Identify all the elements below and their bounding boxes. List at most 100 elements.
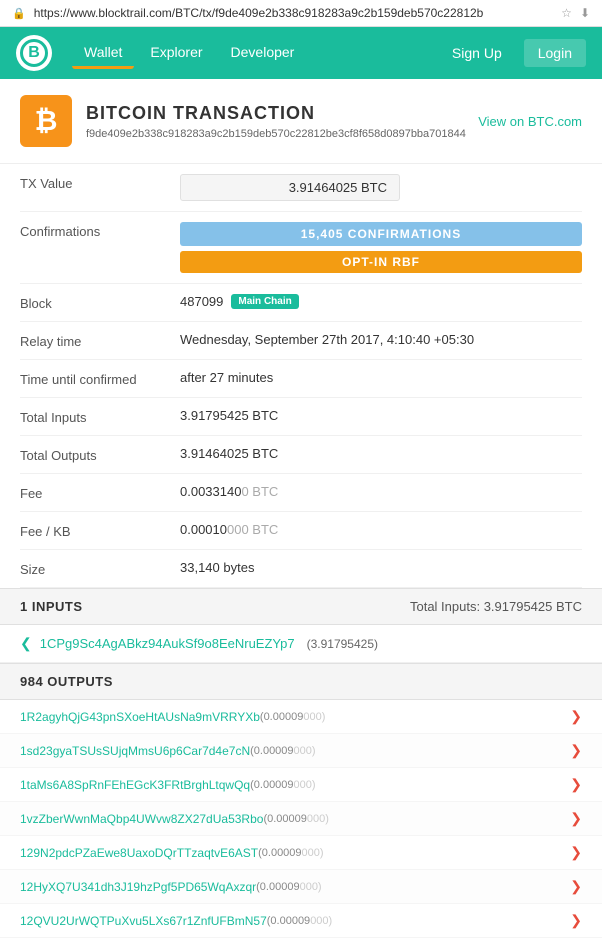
confirmations-value: 15,405 CONFIRMATIONS OPT-IN RBF (180, 222, 582, 273)
output-left: 12HyXQ7U341dh3J19hzPgf5PD65WqAxzqr (0.00… (20, 880, 562, 894)
main-chain-badge: Main Chain (231, 294, 298, 309)
nav-explorer[interactable]: Explorer (138, 38, 214, 69)
total-inputs-value: 3.91795425 BTC (180, 408, 582, 423)
url-bar: 🔒 https://www.blocktrail.com/BTC/tx/f9de… (0, 0, 602, 27)
output-amount-2: (0.00009000) (250, 779, 315, 791)
total-inputs-label: Total Inputs (20, 408, 180, 425)
outputs-section-header: 984 OUTPUTS (0, 663, 602, 700)
logo[interactable]: B (16, 35, 52, 71)
output-amount-4: (0.00009000) (258, 847, 323, 859)
main-content: ₿ BITCOIN TRANSACTION f9de409e2b338c9182… (0, 79, 602, 938)
output-item: 1sd23gyaTSUsSUjqMmsU6p6Car7d4e7cN (0.000… (0, 734, 602, 768)
confirmations-label: Confirmations (20, 222, 180, 239)
output-left: 1taMs6A8SpRnFEhEGcK3FRtBrghLtqwQq (0.000… (20, 778, 562, 792)
chevron-right-icon: ❯ (570, 708, 582, 725)
output-left: 1sd23gyaTSUsSUjqMmsU6p6Car7d4e7cN (0.000… (20, 744, 562, 758)
inputs-title: 1 INPUTS (20, 599, 83, 614)
output-amount-6: (0.00009000) (267, 915, 332, 927)
signup-button[interactable]: Sign Up (438, 39, 516, 67)
block-value: 487099 Main Chain (180, 294, 582, 309)
total-outputs-row: Total Outputs 3.91464025 BTC (20, 436, 582, 474)
tx-info: BITCOIN TRANSACTION f9de409e2b338c918283… (86, 103, 466, 140)
output-item: 1R2agyhQjG43pnSXoeHtAUsNa9mVRRYXb (0.000… (0, 700, 602, 734)
fee-row: Fee 0.00331400 BTC (20, 474, 582, 512)
confirmations-badge: 15,405 CONFIRMATIONS (180, 222, 582, 246)
total-outputs-label: Total Outputs (20, 446, 180, 463)
details-table: TX Value 3.91464025 BTC Confirmations 15… (0, 164, 602, 588)
fee-dim: 0 BTC (241, 484, 278, 499)
relay-value: Wednesday, September 27th 2017, 4:10:40 … (180, 332, 582, 347)
fee-kb-value: 0.00010000 BTC (180, 522, 582, 537)
size-label: Size (20, 560, 180, 577)
lock-icon: 🔒 (12, 7, 26, 20)
output-amount-0: (0.00009000) (260, 711, 325, 723)
tx-value-box: 3.91464025 BTC (180, 174, 400, 201)
confirmations-row: Confirmations 15,405 CONFIRMATIONS OPT-I… (20, 212, 582, 284)
output-left: 12QVU2UrWQTPuXvu5LXs67r1ZnfUFBmN57 (0.00… (20, 914, 562, 928)
output-item: 12HyXQ7U341dh3J19hzPgf5PD65WqAxzqr (0.00… (0, 870, 602, 904)
output-amount-3: (0.00009000) (263, 813, 328, 825)
time-value: after 27 minutes (180, 370, 582, 385)
chevron-right-icon: ❯ (570, 844, 582, 861)
nav-links: Wallet Explorer Developer (72, 38, 438, 69)
relay-row: Relay time Wednesday, September 27th 201… (20, 322, 582, 360)
chevron-right-icon: ❯ (570, 912, 582, 929)
input-amount: (3.91795425) (307, 637, 378, 651)
output-address-1[interactable]: 1sd23gyaTSUsSUjqMmsU6p6Car7d4e7cN (20, 744, 250, 758)
chevron-left-icon: ❮ (20, 635, 32, 652)
tx-hash: f9de409e2b338c918283a9c2b159deb570c22812… (86, 128, 466, 140)
url-icons: ☆ ⬇ (561, 6, 590, 20)
output-item: 12QVU2UrWQTPuXvu5LXs67r1ZnfUFBmN57 (0.00… (0, 904, 602, 938)
block-number: 487099 (180, 294, 223, 309)
output-address-4[interactable]: 129N2pdcPZaEwe8UaxoDQrTTzaqtvE6AST (20, 846, 258, 860)
output-address-6[interactable]: 12QVU2UrWQTPuXvu5LXs67r1ZnfUFBmN57 (20, 914, 267, 928)
output-amount-1: (0.00009000) (250, 745, 315, 757)
url-text: https://www.blocktrail.com/BTC/tx/f9de40… (34, 6, 553, 20)
fee-label: Fee (20, 484, 180, 501)
input-address[interactable]: 1CPg9Sc4AgABkz94AukSf9o8EeNruEZYp7 (40, 636, 295, 651)
output-item: 129N2pdcPZaEwe8UaxoDQrTTzaqtvE6AST (0.00… (0, 836, 602, 870)
outputs-title: 984 OUTPUTS (20, 674, 113, 689)
output-address-2[interactable]: 1taMs6A8SpRnFEhEGcK3FRtBrghLtqwQq (20, 778, 250, 792)
chevron-right-icon: ❯ (570, 742, 582, 759)
output-item: 1vzZberWwnMaQbp4UWvw8ZX27dUa53Rbo (0.000… (0, 802, 602, 836)
block-row: Block 487099 Main Chain (20, 284, 582, 322)
chevron-right-icon: ❯ (570, 810, 582, 827)
rbf-badge: OPT-IN RBF (180, 251, 582, 273)
nav-developer[interactable]: Developer (219, 38, 307, 69)
logo-letter: B (28, 44, 40, 62)
chevron-right-icon: ❯ (570, 776, 582, 793)
btc-icon: ₿ (20, 95, 72, 147)
btc-symbol: ₿ (35, 105, 58, 137)
output-address-0[interactable]: 1R2agyhQjG43pnSXoeHtAUsNa9mVRRYXb (20, 710, 260, 724)
output-amount-5: (0.00009000) (256, 881, 321, 893)
total-outputs-value: 3.91464025 BTC (180, 446, 582, 461)
time-label: Time until confirmed (20, 370, 180, 387)
fee-kb-label: Fee / KB (20, 522, 180, 539)
block-label: Block (20, 294, 180, 311)
tx-value-label: TX Value (20, 174, 180, 191)
outputs-list: 1R2agyhQjG43pnSXoeHtAUsNa9mVRRYXb (0.000… (0, 700, 602, 938)
total-inputs-row: Total Inputs 3.91795425 BTC (20, 398, 582, 436)
tx-value-row: TX Value 3.91464025 BTC (20, 164, 582, 212)
tx-header: ₿ BITCOIN TRANSACTION f9de409e2b338c9182… (0, 79, 602, 164)
nav-right: Sign Up Login (438, 39, 586, 67)
size-row: Size 33,140 bytes (20, 550, 582, 588)
relay-label: Relay time (20, 332, 180, 349)
output-left: 129N2pdcPZaEwe8UaxoDQrTTzaqtvE6AST (0.00… (20, 846, 562, 860)
output-address-3[interactable]: 1vzZberWwnMaQbp4UWvw8ZX27dUa53Rbo (20, 812, 263, 826)
fee-kb-row: Fee / KB 0.00010000 BTC (20, 512, 582, 550)
download-icon[interactable]: ⬇ (580, 6, 590, 20)
fee-kb-main: 0.00010 (180, 522, 227, 537)
output-address-5[interactable]: 12HyXQ7U341dh3J19hzPgf5PD65WqAxzqr (20, 880, 256, 894)
inputs-section-header: 1 INPUTS Total Inputs: 3.91795425 BTC (0, 588, 602, 625)
navbar: B Wallet Explorer Developer Sign Up Logi… (0, 27, 602, 79)
tx-value-value: 3.91464025 BTC (180, 174, 582, 201)
nav-wallet[interactable]: Wallet (72, 38, 134, 69)
chevron-right-icon: ❯ (570, 878, 582, 895)
inputs-total: Total Inputs: 3.91795425 BTC (410, 599, 582, 614)
view-on-btc-link[interactable]: View on BTC.com (478, 114, 582, 129)
size-value: 33,140 bytes (180, 560, 582, 575)
star-icon[interactable]: ☆ (561, 6, 572, 20)
login-button[interactable]: Login (524, 39, 586, 67)
